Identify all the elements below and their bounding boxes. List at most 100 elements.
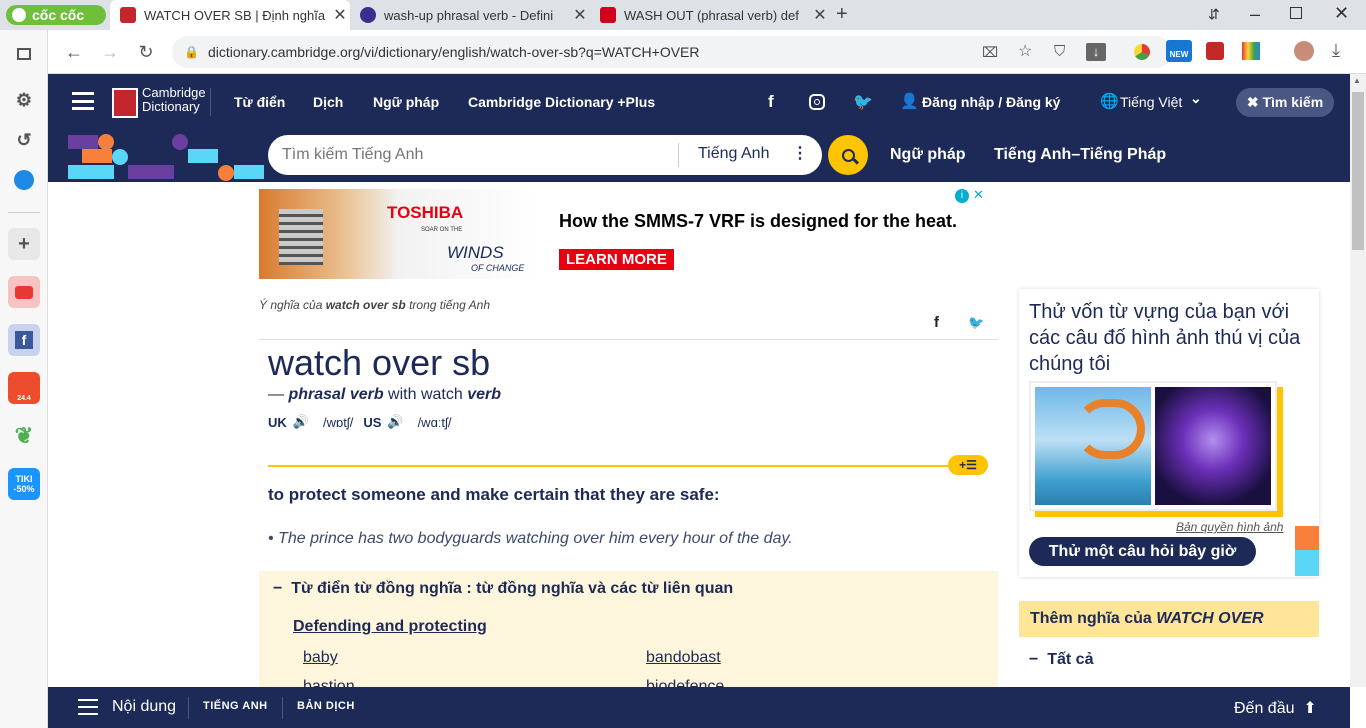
messenger-icon[interactable] xyxy=(8,164,40,196)
bookmark-star-icon[interactable]: ☆ xyxy=(1018,36,1032,68)
close-tab-icon[interactable]: ✕ xyxy=(570,5,590,25)
shopee-icon[interactable]: 24.4 xyxy=(8,372,40,404)
ad-brand: TOSHIBA xyxy=(387,203,464,222)
instagram-icon[interactable] xyxy=(809,94,825,110)
search-box: Tiếng Anh ⋮ xyxy=(268,135,822,175)
decor-block xyxy=(68,135,98,149)
thesaurus-group-link[interactable]: Defending and protecting xyxy=(293,618,487,636)
thesaurus-toggle[interactable]: − Từ điển từ đồng nghĩa : từ đồng nghĩa … xyxy=(273,580,733,598)
close-tab-icon[interactable]: ✕ xyxy=(810,5,830,25)
image-credit-link[interactable]: Bản quyền hình ảnh xyxy=(1176,520,1283,534)
ferris-wheel-image xyxy=(1155,387,1271,505)
browser-tab-bar: cốc cốc WATCH OVER SB | Định nghĩa ✕ was… xyxy=(0,0,1366,30)
extension-new-icon[interactable]: NEW xyxy=(1166,40,1192,62)
extension-color-icon[interactable] xyxy=(1242,42,1260,60)
chevron-down-icon[interactable]: ⌄ xyxy=(1190,90,1202,107)
tab-english[interactable]: TIẾNG ANH xyxy=(203,700,268,712)
quiz-start-button[interactable]: Thử một câu hỏi bây giờ xyxy=(1029,537,1256,566)
thesaurus-box: − Từ điển từ đồng nghĩa : từ đồng nghĩa … xyxy=(259,571,998,695)
lock-icon[interactable]: 🔒 xyxy=(184,36,199,68)
login-link[interactable]: Đăng nhập / Đăng ký xyxy=(922,94,1060,110)
reload-button[interactable]: ↻ xyxy=(134,40,158,64)
ad-learn-more-button[interactable]: LEARN MORE xyxy=(559,249,674,270)
shield-icon[interactable]: ⛉ xyxy=(1054,36,1065,68)
url-field[interactable]: 🔒 dictionary.cambridge.org/vi/dictionary… xyxy=(172,36,1172,68)
menu-icon[interactable] xyxy=(72,92,94,110)
collapse-icon: − xyxy=(273,580,283,597)
tiki-icon[interactable]: TIKI -50% xyxy=(8,468,40,500)
tab-watch-over[interactable]: WATCH OVER SB | Định nghĩa ✕ xyxy=(110,0,350,30)
nav-grammar[interactable]: Ngữ pháp xyxy=(373,94,439,110)
dictionary-select[interactable]: Tiếng Anh xyxy=(698,145,769,163)
facebook-icon[interactable]: f xyxy=(8,324,40,356)
translate-icon[interactable]: ⌧ xyxy=(982,36,998,68)
forward-button[interactable]: → xyxy=(98,40,122,64)
history-icon[interactable]: ↺ xyxy=(8,124,40,156)
grammar-link[interactable]: Ngữ pháp xyxy=(890,146,966,164)
back-to-top-link[interactable]: Đến đầu ⬆ xyxy=(1234,698,1317,718)
contents-link[interactable]: Nội dung xyxy=(112,698,176,716)
meaning-caption: Ý nghĩa của watch over sb trong tiếng An… xyxy=(259,298,491,312)
ad-close-icon[interactable]: ✕ xyxy=(973,187,984,203)
tab-wash-out[interactable]: WASH OUT (phrasal verb) def ✕ xyxy=(590,0,830,30)
site-logo[interactable]: Cambridge Dictionary xyxy=(142,86,206,114)
scroll-up-icon[interactable]: ▲ xyxy=(1353,76,1361,85)
close-window-button[interactable]: ✕ xyxy=(1334,3,1349,24)
ad-banner[interactable]: TOSHIBA SOAR ON THE WINDS OF CHANGE How … xyxy=(259,187,988,279)
ad-info-icon[interactable]: i xyxy=(955,189,969,203)
quiz-title: Thử vốn từ vựng của bạn với các câu đố h… xyxy=(1029,301,1301,375)
scrollbar-thumb[interactable] xyxy=(1352,92,1364,250)
more-options-icon[interactable]: ⋮ xyxy=(792,143,808,163)
related-word-link[interactable]: bandobast xyxy=(646,649,721,667)
ad-building-image xyxy=(279,209,323,265)
maximize-button[interactable] xyxy=(1290,7,1302,19)
facebook-icon[interactable]: f xyxy=(768,92,774,112)
language-select[interactable]: Tiếng Việt xyxy=(1120,94,1182,110)
settings-icon[interactable]: ⚙ xyxy=(8,84,40,116)
back-button[interactable]: ← xyxy=(62,40,86,64)
us-audio-icon[interactable]: 🔊 xyxy=(387,414,403,430)
tab-wash-up[interactable]: wash-up phrasal verb - Defini ✕ xyxy=(350,0,590,30)
all-meanings-toggle[interactable]: − Tất cả xyxy=(1029,651,1093,669)
contents-menu-icon[interactable] xyxy=(78,699,98,715)
download-page-icon[interactable]: ↓ xyxy=(1086,43,1106,61)
nav-plus[interactable]: Cambridge Dictionary +Plus xyxy=(468,94,655,110)
decor-dot xyxy=(172,134,188,150)
page-scrollbar[interactable]: ▲ xyxy=(1350,74,1366,687)
english-french-link[interactable]: Tiếng Anh–Tiếng Pháp xyxy=(994,146,1166,164)
nav-translate[interactable]: Dịch xyxy=(313,94,343,110)
decor-block xyxy=(188,149,218,163)
profile-avatar[interactable] xyxy=(1294,41,1314,61)
minimize-button[interactable]: – xyxy=(1250,4,1260,25)
panel-icon[interactable] xyxy=(8,38,40,70)
close-tab-icon[interactable]: ✕ xyxy=(330,5,350,25)
youtube-icon[interactable] xyxy=(8,276,40,308)
twitter-icon[interactable]: 🐦 xyxy=(853,92,873,112)
share-twitter-icon[interactable]: 🐦 xyxy=(968,315,984,331)
sense-divider xyxy=(268,465,948,467)
new-tab-button[interactable]: + xyxy=(836,3,848,26)
add-to-list-button[interactable]: +☰ xyxy=(948,455,988,475)
share-facebook-icon[interactable]: f xyxy=(934,314,939,331)
extension-red-icon[interactable] xyxy=(1206,42,1224,60)
slide-shape xyxy=(1075,399,1145,459)
add-icon[interactable]: + xyxy=(8,228,40,260)
leaf-icon[interactable]: ❦ xyxy=(8,420,40,452)
search-toggle-button[interactable]: ✖ Tìm kiếm xyxy=(1236,88,1334,117)
macmillan-favicon-icon xyxy=(600,7,616,23)
search-button[interactable] xyxy=(828,135,868,175)
tab-list-icon[interactable]: ⇵ xyxy=(1208,6,1220,23)
quiz-image-box[interactable] xyxy=(1029,381,1277,511)
search-input[interactable] xyxy=(282,141,662,169)
search-divider xyxy=(678,143,679,167)
coccoc-logo[interactable]: cốc cốc xyxy=(6,5,106,25)
downloads-icon[interactable]: ⤓ xyxy=(1332,40,1340,61)
divider xyxy=(188,697,189,719)
divider xyxy=(282,697,283,719)
tab-translation[interactable]: BẢN DỊCH xyxy=(297,700,355,712)
uk-audio-icon[interactable]: 🔊 xyxy=(293,414,309,430)
related-word-link[interactable]: baby xyxy=(303,649,338,667)
decor-dot xyxy=(112,149,128,165)
extension-chrome-icon[interactable] xyxy=(1134,44,1150,60)
nav-dictionary[interactable]: Từ điển xyxy=(234,94,285,110)
